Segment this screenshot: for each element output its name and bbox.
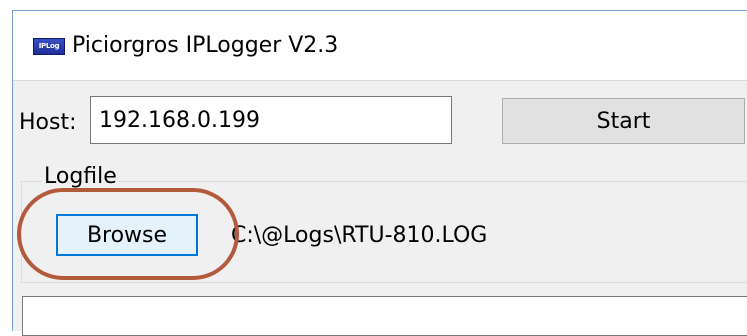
host-input[interactable] <box>90 96 452 144</box>
window-title: Piciorgros IPLogger V2.3 <box>72 33 339 58</box>
logfile-path: C:\@Logs\RTU-810.LOG <box>231 223 488 248</box>
logfile-group-label: Logfile <box>42 163 119 191</box>
start-button[interactable]: Start <box>502 98 745 144</box>
browse-button[interactable]: Browse <box>56 214 198 256</box>
log-output-panel[interactable] <box>22 296 747 336</box>
host-label: Host: <box>19 110 77 135</box>
app-icon: IPLog <box>33 38 65 55</box>
title-bar: IPLog Piciorgros IPLogger V2.3 <box>13 11 747 81</box>
